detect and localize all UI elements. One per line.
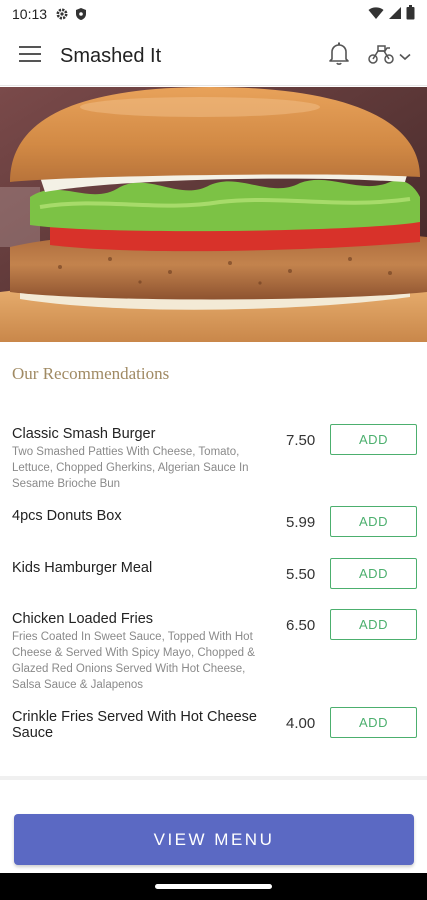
status-time: 10:13 [12, 6, 48, 22]
chevron-down-icon [399, 48, 411, 66]
add-button[interactable]: ADD [330, 558, 417, 589]
shield-icon [75, 7, 87, 21]
add-button[interactable]: ADD [330, 424, 417, 455]
section-divider [0, 776, 427, 780]
item-price: 4.00 [286, 715, 316, 732]
system-navigation-bar [0, 873, 427, 900]
item-price: 7.50 [286, 432, 316, 449]
hero-burger-image [0, 87, 427, 342]
gear-icon [55, 7, 69, 21]
app-bar: Smashed It [0, 28, 427, 86]
item-price: 5.50 [286, 566, 316, 583]
item-price: 6.50 [286, 617, 316, 634]
battery-icon [406, 5, 415, 23]
item-name: Chicken Loaded Fries [12, 611, 154, 627]
order-mode-selector[interactable] [359, 28, 419, 86]
view-menu-button[interactable]: VIEW MENU [14, 814, 414, 865]
item-description: Fries Coated In Sweet Sauce, Topped With… [12, 631, 255, 691]
item-name: Kids Hamburger Meal [12, 560, 153, 576]
item-price: 5.99 [286, 514, 316, 531]
section-title-recommendations: Our Recommendations [12, 364, 170, 383]
scooter-icon [367, 43, 395, 70]
bell-icon [328, 42, 350, 71]
add-button[interactable]: ADD [330, 707, 417, 738]
status-bar: 10:13 [0, 0, 427, 28]
notifications-button[interactable] [319, 28, 359, 86]
item-name: Classic Smash Burger [12, 426, 156, 442]
item-description: Two Smashed Patties With Cheese, Tomato,… [12, 446, 249, 490]
wifi-icon [368, 6, 384, 23]
hamburger-menu-icon [19, 46, 41, 67]
add-button[interactable]: ADD [330, 506, 417, 537]
signal-icon [388, 6, 402, 23]
home-gesture-handle[interactable] [155, 884, 272, 889]
item-name: 4pcs Donuts Box [12, 508, 122, 524]
add-button[interactable]: ADD [330, 609, 417, 640]
app-title: Smashed It [60, 45, 162, 67]
item-name: Crinkle Fries Served With Hot Cheese Sau… [12, 709, 257, 741]
menu-button[interactable] [0, 28, 60, 86]
